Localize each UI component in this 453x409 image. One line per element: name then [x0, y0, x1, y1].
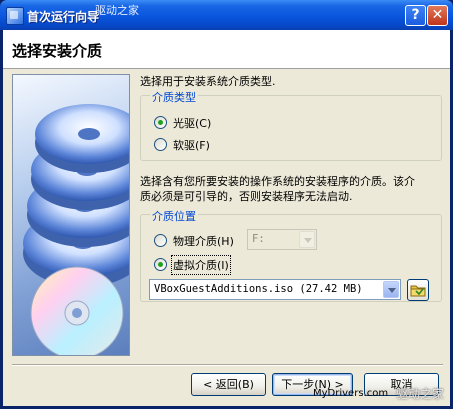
back-button-label: < 返回(B) [203, 378, 254, 391]
cd-drive-radio[interactable] [154, 116, 167, 129]
floppy-drive-radio[interactable] [154, 138, 167, 151]
media-type-legend: 介质类型 [150, 89, 198, 105]
physical-drive-value: F: [252, 233, 265, 245]
title-bar[interactable]: 首次运行向导 驱动之家 ? ✕ [0, 0, 453, 30]
physical-drive-select[interactable]: F: [247, 229, 317, 250]
disc-stack-icon [23, 104, 129, 355]
chevron-down-icon[interactable] [299, 231, 315, 248]
footer-divider [12, 364, 443, 366]
watermark-top: 驱动之家 [95, 4, 139, 17]
back-button[interactable]: < 返回(B) [191, 373, 266, 396]
media-location-legend: 介质位置 [150, 208, 198, 224]
media-type-description: 选择用于安装系统介质类型. [140, 75, 276, 88]
page-header: 选择安装介质 [3, 30, 450, 69]
cd-drive-label[interactable]: 光驱(C) [173, 115, 211, 131]
watermark-brand: 驱动之家 [396, 387, 445, 401]
close-button[interactable]: ✕ [427, 5, 448, 26]
help-icon: ? [411, 7, 420, 23]
dialog-client: 选择安装介质 选择用于安装系统介质类型. 介质类型 光驱(C) 软驱(F) 选择… [3, 30, 450, 406]
physical-media-label[interactable]: 物理介质(H) [173, 233, 234, 249]
media-location-description-line1: 选择含有您所要安装的操作系统的安装程序的介质。该介 [140, 175, 415, 188]
floppy-drive-label[interactable]: 软驱(F) [173, 137, 210, 153]
chevron-down-icon[interactable] [383, 281, 399, 298]
close-icon: ✕ [431, 7, 444, 23]
watermark-site: MyDrivers.com [313, 388, 389, 399]
virtual-media-label[interactable]: 虚拟介质(I) [171, 255, 231, 275]
app-icon [6, 7, 24, 25]
media-location-description-line2: 质必须是可引导的，否则安装程序无法启动. [140, 190, 353, 203]
open-media-button[interactable] [407, 279, 429, 301]
wizard-window: 首次运行向导 驱动之家 ? ✕ 选择安装介质 选择用于安装系统介质类型. 介质类… [0, 0, 453, 409]
folder-icon [410, 285, 426, 297]
help-button[interactable]: ? [405, 5, 426, 26]
virtual-media-select[interactable]: VBoxGuestAdditions.iso (27.42 MB) [149, 279, 401, 300]
physical-media-radio[interactable] [154, 234, 167, 247]
window-title: 首次运行向导 [27, 10, 100, 24]
virtual-media-radio[interactable] [154, 258, 167, 271]
virtual-media-value: VBoxGuestAdditions.iso (27.42 MB) [154, 283, 363, 295]
page-title: 选择安装介质 [12, 42, 103, 60]
media-type-group: 介质类型 光驱(C) 软驱(F) [140, 89, 442, 161]
disc-illustration [12, 74, 130, 356]
